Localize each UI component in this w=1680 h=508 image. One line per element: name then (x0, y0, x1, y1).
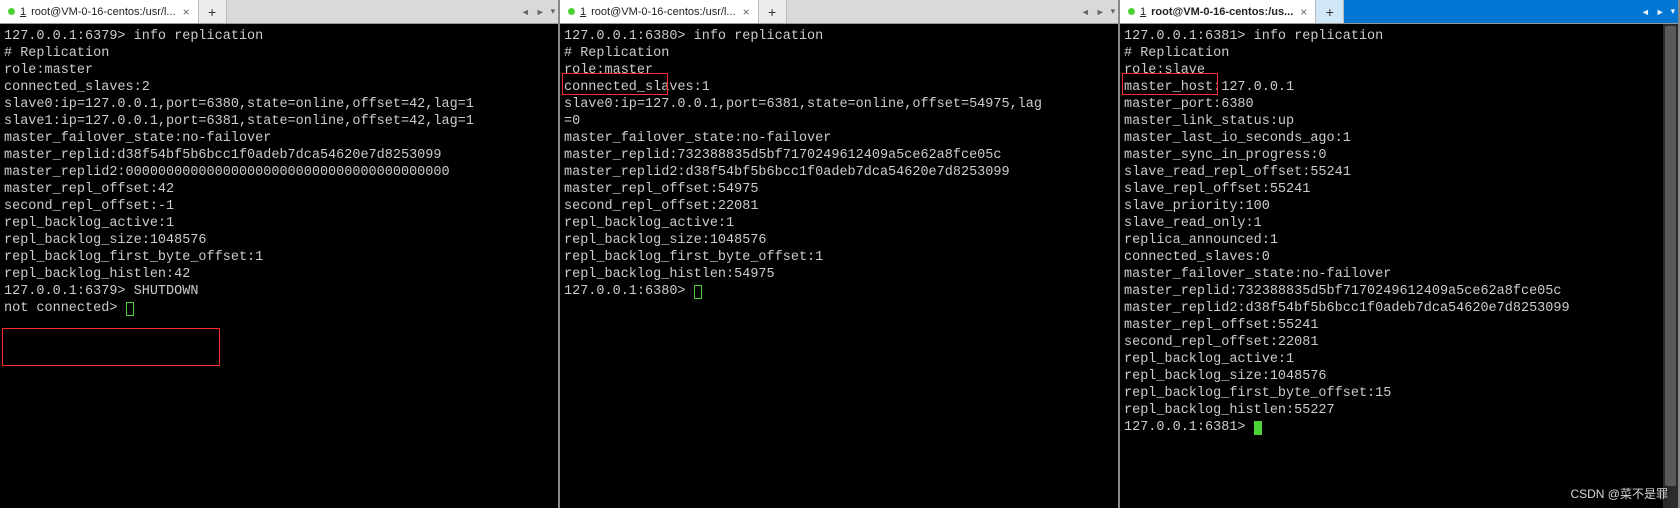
terminal-line: second_repl_offset:-1 (4, 198, 554, 215)
scrollbar[interactable] (1663, 24, 1678, 508)
terminal-line: repl_backlog_first_byte_offset:15 (1124, 385, 1674, 402)
terminal-output[interactable]: 127.0.0.1:6381> info replication# Replic… (1120, 24, 1678, 508)
tab-index: 1 (20, 6, 26, 18)
terminal-line: repl_backlog_active:1 (564, 215, 1114, 232)
terminal-line: master_replid2:d38f54bf5b6bcc1f0adeb7dca… (1124, 300, 1674, 317)
new-tab-button[interactable]: + (199, 0, 227, 23)
terminal-line: =0 (564, 113, 1114, 130)
terminal-line: slave_repl_offset:55241 (1124, 181, 1674, 198)
tab-bar: 1 root@VM-0-16-centos:/us... × + ◄►▾ (1120, 0, 1678, 24)
terminal-line: connected_slaves:2 (4, 79, 554, 96)
terminal-line: slave0:ip=127.0.0.1,port=6380,state=onli… (4, 96, 554, 113)
terminal-line: master_host:127.0.0.1 (1124, 79, 1674, 96)
new-tab-button[interactable]: + (1316, 0, 1344, 23)
tab-bar: 1 root@VM-0-16-centos:/usr/l... × + ◄►▾ (560, 0, 1118, 24)
terminal-line: master_replid2:d38f54bf5b6bcc1f0adeb7dca… (564, 164, 1114, 181)
terminal-line: connected_slaves:0 (1124, 249, 1674, 266)
terminal-line: master_failover_state:no-failover (564, 130, 1114, 147)
terminal-pane-2: 1 root@VM-0-16-centos:/usr/l... × + ◄►▾ … (560, 0, 1120, 508)
terminal-line: role:master (4, 62, 554, 79)
terminal-line: role:master (564, 62, 1114, 79)
terminal-line: repl_backlog_first_byte_offset:1 (4, 249, 554, 266)
terminal-line: 127.0.0.1:6379> SHUTDOWN (4, 283, 554, 300)
terminal-line: master_repl_offset:42 (4, 181, 554, 198)
terminal-line: master_replid2:0000000000000000000000000… (4, 164, 554, 181)
terminal-line: 127.0.0.1:6380> info replication (564, 28, 1114, 45)
tab-overflow[interactable]: ◄►▾ (1078, 0, 1118, 23)
terminal-line: master_replid:732388835d5bf7170249612409… (1124, 283, 1674, 300)
watermark: CSDN @菜不是罪 (1570, 485, 1668, 502)
terminal-line: slave1:ip=127.0.0.1,port=6381,state=onli… (4, 113, 554, 130)
tab-title: root@VM-0-16-centos:/usr/l... (591, 6, 735, 18)
terminal-line: master_replid:d38f54bf5b6bcc1f0adeb7dca5… (4, 147, 554, 164)
tab-index: 1 (1140, 6, 1146, 18)
terminal-line: 127.0.0.1:6381> (1124, 419, 1674, 436)
terminal-line: 127.0.0.1:6379> info replication (4, 28, 554, 45)
terminal-line: slave0:ip=127.0.0.1,port=6381,state=onli… (564, 96, 1114, 113)
highlight-box (2, 328, 220, 366)
close-icon[interactable]: × (743, 5, 750, 19)
terminal-tab[interactable]: 1 root@VM-0-16-centos:/us... × (1120, 0, 1316, 23)
terminal-line: repl_backlog_first_byte_offset:1 (564, 249, 1114, 266)
terminal-line: # Replication (564, 45, 1114, 62)
terminal-line: not connected> (4, 300, 554, 317)
terminal-pane-1: 1 root@VM-0-16-centos:/usr/l... × + ◄►▾ … (0, 0, 560, 508)
terminal-line: slave_read_repl_offset:55241 (1124, 164, 1674, 181)
tab-overflow[interactable]: ◄►▾ (518, 0, 558, 23)
scrollbar-thumb[interactable] (1665, 26, 1676, 486)
terminal-line: master_failover_state:no-failover (1124, 266, 1674, 283)
new-tab-button[interactable]: + (759, 0, 787, 23)
terminal-line: master_replid:732388835d5bf7170249612409… (564, 147, 1114, 164)
terminal-line: slave_priority:100 (1124, 198, 1674, 215)
terminal-line: master_repl_offset:55241 (1124, 317, 1674, 334)
tab-title: root@VM-0-16-centos:/usr/l... (31, 6, 175, 18)
close-icon[interactable]: × (183, 5, 190, 19)
tab-bar: 1 root@VM-0-16-centos:/usr/l... × + ◄►▾ (0, 0, 558, 24)
terminal-line: 127.0.0.1:6380> (564, 283, 1114, 300)
terminal-line: master_sync_in_progress:0 (1124, 147, 1674, 164)
terminal-line: repl_backlog_active:1 (4, 215, 554, 232)
status-dot-icon (568, 8, 575, 15)
terminal-line: second_repl_offset:22081 (564, 198, 1114, 215)
terminal-pane-3: 1 root@VM-0-16-centos:/us... × + ◄►▾ 127… (1120, 0, 1680, 508)
terminal-line: master_repl_offset:54975 (564, 181, 1114, 198)
terminal-line: role:slave (1124, 62, 1674, 79)
terminal-line: 127.0.0.1:6381> info replication (1124, 28, 1674, 45)
terminal-line: master_last_io_seconds_ago:1 (1124, 130, 1674, 147)
terminal-tab[interactable]: 1 root@VM-0-16-centos:/usr/l... × (0, 0, 199, 23)
close-icon[interactable]: × (1300, 5, 1307, 19)
cursor-icon (694, 285, 702, 299)
terminal-line: repl_backlog_histlen:54975 (564, 266, 1114, 283)
terminal-line: repl_backlog_histlen:55227 (1124, 402, 1674, 419)
terminal-line: replica_announced:1 (1124, 232, 1674, 249)
tab-index: 1 (580, 6, 586, 18)
terminal-line: slave_read_only:1 (1124, 215, 1674, 232)
cursor-icon (1254, 421, 1262, 435)
terminal-output[interactable]: 127.0.0.1:6379> info replication# Replic… (0, 24, 558, 508)
terminal-line: master_link_status:up (1124, 113, 1674, 130)
status-dot-icon (1128, 8, 1135, 15)
terminal-tab[interactable]: 1 root@VM-0-16-centos:/usr/l... × (560, 0, 759, 23)
terminal-line: repl_backlog_histlen:42 (4, 266, 554, 283)
terminal-line: master_failover_state:no-failover (4, 130, 554, 147)
terminal-line: repl_backlog_size:1048576 (1124, 368, 1674, 385)
tab-title: root@VM-0-16-centos:/us... (1151, 6, 1293, 18)
terminal-output[interactable]: 127.0.0.1:6380> info replication# Replic… (560, 24, 1118, 508)
terminal-line: second_repl_offset:22081 (1124, 334, 1674, 351)
cursor-icon (126, 302, 134, 316)
terminal-line: # Replication (4, 45, 554, 62)
status-dot-icon (8, 8, 15, 15)
terminal-line: repl_backlog_active:1 (1124, 351, 1674, 368)
terminal-line: master_port:6380 (1124, 96, 1674, 113)
terminal-line: # Replication (1124, 45, 1674, 62)
terminal-line: connected_slaves:1 (564, 79, 1114, 96)
terminal-line: repl_backlog_size:1048576 (564, 232, 1114, 249)
terminal-line: repl_backlog_size:1048576 (4, 232, 554, 249)
tab-overflow[interactable]: ◄►▾ (1638, 0, 1678, 23)
